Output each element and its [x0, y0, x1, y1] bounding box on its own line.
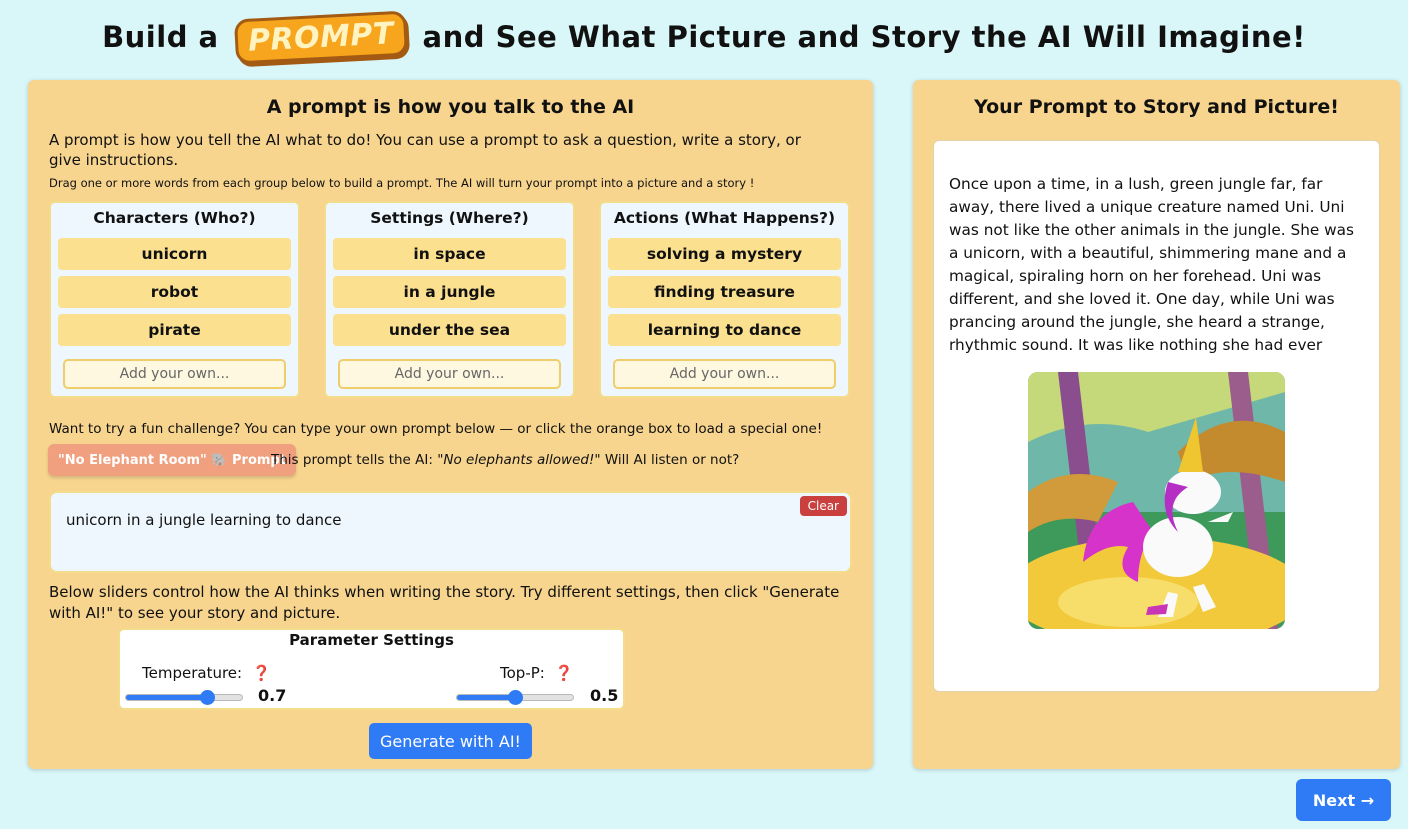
prompt-textarea[interactable]: unicorn in a jungle learning to dance Cl…: [49, 491, 852, 573]
result-panel: Your Prompt to Story and Picture! Once u…: [913, 80, 1400, 769]
prompt-value: unicorn in a jungle learning to dance: [66, 511, 342, 529]
unicorn-image: [1028, 372, 1285, 629]
challenge-text: Want to try a fun challenge? You can typ…: [49, 421, 823, 437]
add-action-input[interactable]: [613, 359, 836, 389]
help-icon[interactable]: ❓: [555, 664, 574, 682]
title-after: and See What Picture and Story the AI Wi…: [422, 20, 1306, 54]
intro-text: A prompt is how you tell the AI what to …: [49, 131, 801, 169]
characters-group: Characters (Who?) unicorn robot pirate: [49, 201, 300, 398]
slider-help-text: Below sliders control how the AI thinks …: [49, 583, 840, 622]
settings-group: Settings (Where?) in space in a jungle u…: [324, 201, 575, 398]
params-title: Parameter Settings: [289, 631, 454, 649]
next-button[interactable]: Next →: [1296, 779, 1391, 821]
word-chip-finding-treasure[interactable]: finding treasure: [608, 276, 841, 308]
special-desc-prefix: This prompt tells the AI:: [271, 452, 433, 468]
title-before: Build a: [102, 20, 219, 54]
parameter-settings: Parameter Settings Temperature: ❓ 0.7 Top…: [118, 628, 625, 710]
word-chip-learning-to-dance[interactable]: learning to dance: [608, 314, 841, 346]
add-character-input[interactable]: [63, 359, 286, 389]
page-title: Build a PROMPT and See What Picture and …: [0, 10, 1408, 64]
temperature-slider[interactable]: [125, 690, 243, 705]
special-desc-suffix: Will AI listen or not?: [604, 452, 740, 468]
group-title: Settings (Where?): [370, 209, 529, 227]
top-p-label-text: Top-P:: [500, 664, 545, 682]
generate-button[interactable]: Generate with AI!: [369, 723, 532, 759]
no-elephant-prompt-button[interactable]: "No Elephant Room" 🐘 Prompt: [48, 444, 296, 476]
slider-fill: [126, 695, 208, 700]
prompt-builder-panel: A prompt is how you talk to the AI A pro…: [28, 80, 873, 769]
slider-fill: [457, 695, 515, 700]
story-card: Once upon a time, in a lush, green jungl…: [933, 140, 1380, 692]
slider-thumb[interactable]: [508, 690, 523, 705]
add-setting-input[interactable]: [338, 359, 561, 389]
clear-button[interactable]: Clear: [799, 496, 847, 516]
group-title: Characters (Who?): [93, 209, 256, 227]
word-chip-in-space[interactable]: in space: [333, 238, 566, 270]
prompt-logo: PROMPT: [233, 10, 408, 64]
word-chip-in-a-jungle[interactable]: in a jungle: [333, 276, 566, 308]
word-chip-solving-a-mystery[interactable]: solving a mystery: [608, 238, 841, 270]
word-chip-pirate[interactable]: pirate: [58, 314, 291, 346]
story-text: Once upon a time, in a lush, green jungl…: [949, 175, 1355, 354]
word-chip-under-the-sea[interactable]: under the sea: [333, 314, 566, 346]
slider-thumb[interactable]: [200, 690, 216, 705]
group-title: Actions (What Happens?): [613, 209, 836, 227]
drag-hint: Drag one or more words from each group b…: [49, 176, 755, 190]
special-prompt-description: This prompt tells the AI: "No elephants …: [271, 452, 739, 468]
actions-group: Actions (What Happens?) solving a myster…: [599, 201, 850, 398]
word-chip-robot[interactable]: robot: [58, 276, 291, 308]
top-p-value: 0.5: [590, 686, 619, 705]
builder-title: A prompt is how you talk to the AI: [266, 96, 635, 118]
temperature-label-text: Temperature:: [142, 664, 243, 682]
result-title: Your Prompt to Story and Picture!: [974, 96, 1339, 118]
help-icon[interactable]: ❓: [252, 664, 271, 682]
unicorn-illustration: [1028, 372, 1285, 629]
top-p-label: Top-P: ❓: [500, 664, 574, 682]
special-desc-quote: "No elephants allowed!": [437, 452, 601, 468]
top-p-slider[interactable]: [456, 690, 574, 705]
temperature-value: 0.7: [258, 686, 287, 705]
word-chip-unicorn[interactable]: unicorn: [58, 238, 291, 270]
temperature-label: Temperature: ❓: [142, 664, 271, 682]
